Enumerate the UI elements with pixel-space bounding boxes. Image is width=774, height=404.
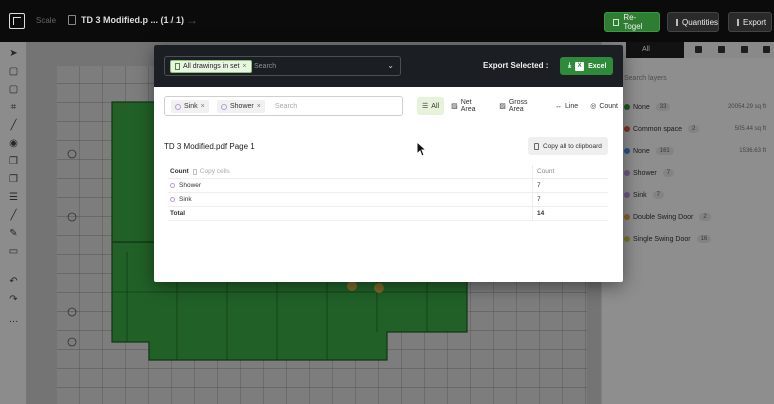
tab-label: Net Area [460, 99, 476, 113]
filter-chip-label: Shower [230, 103, 254, 110]
tab-label: Count [599, 102, 618, 110]
row-name: Shower [179, 182, 202, 189]
row-name: Sink [179, 196, 192, 203]
count-dot-icon [221, 103, 227, 110]
row-value: 7 [537, 196, 541, 203]
grid-icon [613, 18, 620, 26]
total-value: 14 [537, 210, 545, 217]
prev-page-icon[interactable]: ← [167, 13, 179, 27]
tab-gross-area[interactable]: ▨ Gross Area [494, 97, 548, 115]
tab-line[interactable]: ↔ Line [550, 97, 583, 115]
tab-label: Gross Area [508, 99, 528, 113]
count-dot-icon [170, 183, 175, 188]
table-header: Count Copy cells Count [168, 165, 608, 179]
modal-header: All drawings in set × Search ⌄ Export Se… [154, 45, 623, 87]
export-button[interactable]: Export [728, 12, 772, 32]
drawing-search-input[interactable]: Search [254, 63, 276, 70]
excel-label: Excel [588, 62, 607, 70]
file-icon [68, 15, 76, 25]
tab-label: All [431, 102, 440, 110]
remove-chip-icon[interactable]: × [257, 103, 261, 110]
remove-chip-icon[interactable]: × [242, 63, 246, 70]
table-row: Shower 7 [168, 179, 608, 193]
filter-chip-shower[interactable]: Shower × [217, 100, 265, 113]
filter-chip-label: Sink [184, 103, 198, 110]
re-togel-label: Re-Togel [623, 13, 643, 31]
export-selected-label: Export Selected : [483, 61, 549, 70]
item-filter-input[interactable]: Sink × Shower × Search [164, 96, 403, 116]
copy-all-label: Copy all to clipboard [543, 142, 602, 150]
remove-chip-icon[interactable]: × [201, 103, 205, 110]
export-label: Export [743, 17, 767, 27]
excel-export-button[interactable]: ⤓ X Excel [560, 57, 613, 75]
measurement-type-tabs: ☰ All ▨ Net Area ▨ Gross Area ↔ Line ◎ C… [417, 97, 623, 115]
line-icon: ↔ [554, 102, 562, 110]
mouse-cursor-icon [416, 141, 428, 157]
header-value: Count [537, 168, 555, 175]
copy-all-button[interactable]: Copy all to clipboard [528, 137, 608, 155]
clipboard-icon [534, 142, 539, 150]
filter-search-input[interactable]: Search [275, 103, 297, 110]
tab-all[interactable]: ☰ All [417, 97, 445, 115]
download-icon: ⤓ [568, 62, 572, 69]
count-icon: ◎ [590, 103, 597, 110]
copy-cells-button[interactable]: Copy cells [192, 168, 230, 175]
tab-label: Line [564, 102, 579, 110]
export-icon [737, 18, 739, 26]
clipboard-icon [192, 168, 197, 175]
next-page-icon[interactable]: → [186, 13, 198, 27]
gross-area-icon: ▨ [499, 103, 506, 110]
copy-cells-label: Copy cells [199, 168, 230, 175]
header-name: Count [170, 168, 189, 175]
scale-button[interactable]: Scale [36, 16, 56, 25]
total-label: Total [170, 210, 186, 217]
export-modal: All drawings in set × Search ⌄ Export Se… [154, 45, 623, 282]
chevron-down-icon[interactable]: ⌄ [387, 61, 394, 70]
net-area-icon: ▨ [451, 103, 458, 110]
drawing-chip[interactable]: All drawings in set × [170, 60, 252, 73]
quantities-button[interactable]: Quantities [667, 12, 719, 32]
drawing-chip-label: All drawings in set [183, 63, 240, 70]
quantities-icon [676, 18, 678, 26]
tab-count[interactable]: ◎ Count [585, 97, 623, 115]
filter-chip-sink[interactable]: Sink × [171, 100, 209, 113]
count-table: Count Copy cells Count Shower 7 Sink 7 T… [168, 165, 608, 221]
document-icon [175, 63, 180, 70]
app-logo-icon[interactable] [9, 13, 25, 29]
quantities-label: Quantities [682, 17, 719, 27]
count-dot-icon [170, 197, 175, 202]
count-dot-icon [175, 103, 181, 110]
row-value: 7 [537, 182, 541, 189]
re-togel-button[interactable]: Re-Togel [604, 12, 660, 32]
tab-net-area[interactable]: ▨ Net Area [446, 97, 492, 115]
top-bar: Scale TD 3 Modified.p ... (1 / 1) ← → Re… [0, 0, 774, 42]
excel-icon: X [575, 61, 585, 71]
list-icon: ☰ [422, 103, 429, 110]
table-total-row: Total 14 [168, 207, 608, 221]
table-row: Sink 7 [168, 193, 608, 207]
page-title: TD 3 Modified.pdf Page 1 [164, 142, 255, 151]
drawings-select[interactable]: All drawings in set × Search ⌄ [164, 56, 401, 76]
